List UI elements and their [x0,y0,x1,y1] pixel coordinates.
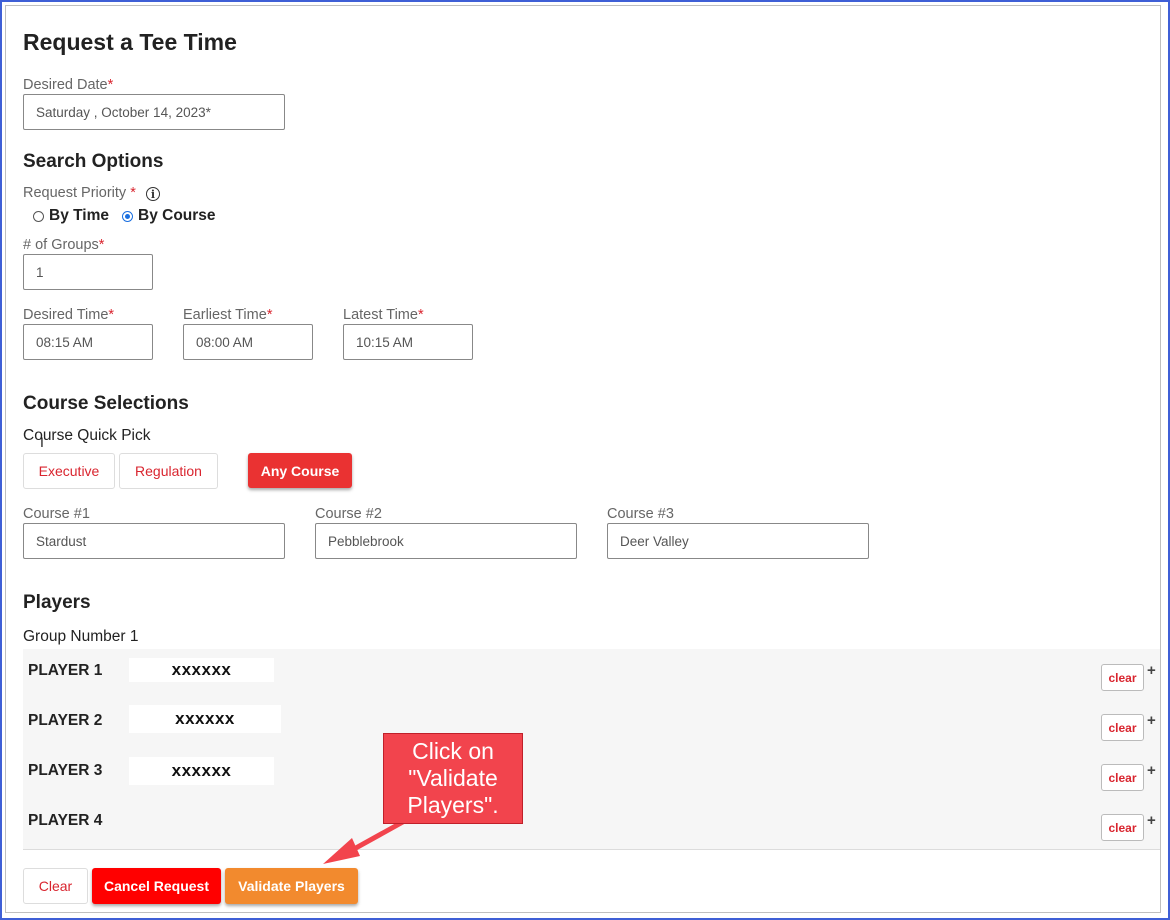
callout-text: Click on "Validate Players". [407,738,499,818]
instruction-callout: Click on "Validate Players". [383,733,523,824]
text-cursor-icon: I [40,434,44,450]
callout-arrow-icon [323,815,413,864]
